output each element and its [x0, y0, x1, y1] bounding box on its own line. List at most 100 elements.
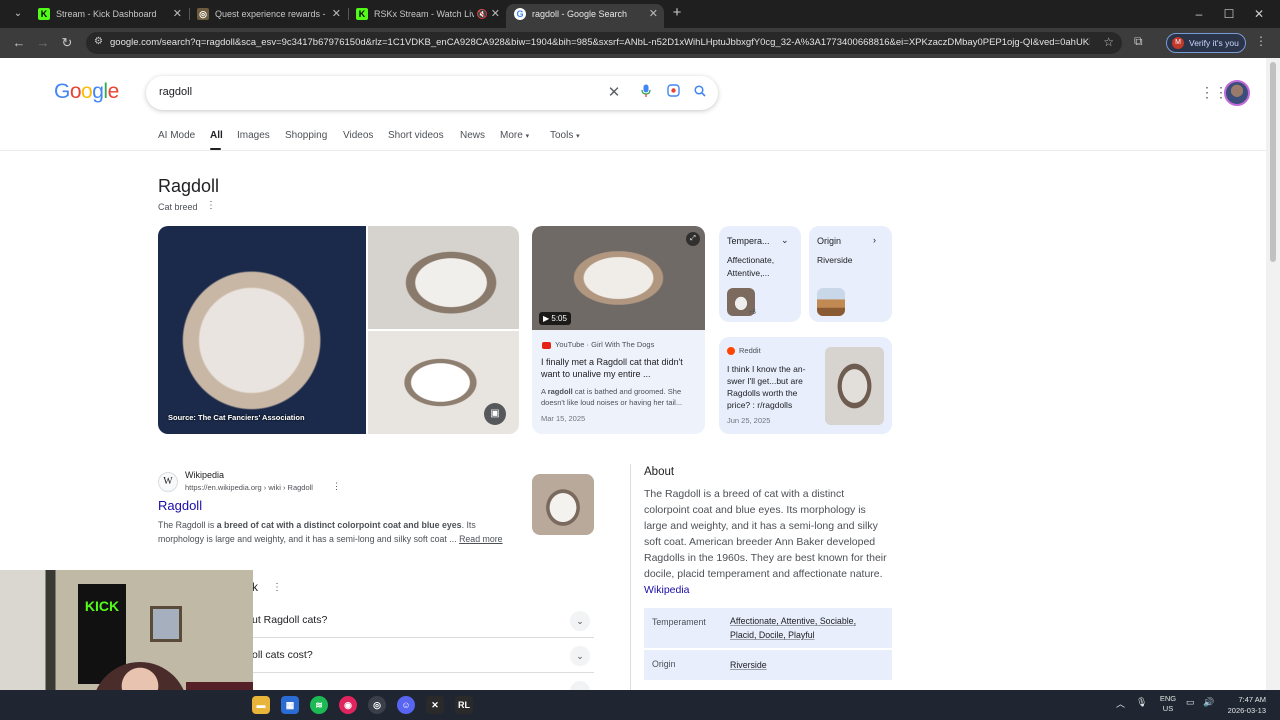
forward-button[interactable]: → — [34, 34, 52, 52]
tab-title: RSKx Stream - Watch Live o — [374, 9, 474, 19]
about-heading: About — [644, 466, 675, 478]
maximize-button[interactable]: ☐ — [1214, 4, 1244, 24]
image-collage[interactable] — [158, 226, 519, 434]
game-launcher-icon[interactable]: ✕ — [426, 696, 444, 714]
clear-search-icon[interactable]: ✕ — [605, 84, 623, 102]
tab-search-icon[interactable]: ⌄ — [8, 5, 28, 23]
system-clock[interactable]: 7:47 AM 2026-03-13 — [1220, 694, 1266, 716]
browser-tab-quest-rewards[interactable]: ◎ Quest experience rewards - OS ✕ — [189, 4, 347, 28]
fact-value[interactable]: Riverside — [730, 656, 884, 672]
calculator-icon[interactable]: ▦ — [281, 696, 299, 714]
tab-tools[interactable]: Tools ▾ — [550, 130, 580, 141]
close-window-button[interactable]: ✕ — [1244, 4, 1274, 24]
video-card[interactable]: ▶ 5:05 ⤢ YouTube · Girl With The Dogs I … — [532, 226, 705, 434]
video-snippet: A ragdoll cat is bathed and groomed. She… — [541, 386, 701, 408]
read-more-link[interactable]: Read more — [459, 534, 503, 544]
tab-all[interactable]: All — [210, 130, 223, 141]
tab-ai-mode[interactable]: AI Mode — [158, 130, 195, 141]
people-also-ask-item[interactable]: ⌄ — [252, 674, 594, 690]
result-thumbnail[interactable] — [532, 474, 594, 535]
question-text: oll cats cost? — [252, 649, 313, 661]
tab-short-videos[interactable]: Short videos — [388, 130, 444, 141]
scrollbar-thumb[interactable] — [1270, 62, 1276, 262]
chevron-down-icon: ▾ — [525, 133, 530, 140]
origin-value: Riverside — [817, 255, 853, 265]
people-also-ask-item[interactable]: ut Ragdoll cats? ⌄ — [252, 604, 594, 638]
show-hidden-icons[interactable]: ︿ — [1116, 697, 1125, 710]
about-text: The Ragdoll is a breed of cat with a dis… — [644, 488, 887, 580]
result-site-name[interactable]: Wikipedia — [185, 470, 224, 480]
expand-icon[interactable]: ⤢ — [686, 232, 700, 246]
address-bar[interactable]: ⚙ google.com/search?q=ragdoll&sca_esv=9c… — [86, 32, 1122, 54]
spotify-icon[interactable]: ≋ — [310, 696, 328, 714]
tab-shopping[interactable]: Shopping — [285, 130, 327, 141]
language-indicator[interactable]: ENG US — [1158, 694, 1178, 714]
page-scrollbar[interactable] — [1266, 58, 1280, 690]
tab-videos[interactable]: Videos — [343, 130, 373, 141]
google-icon: G — [514, 8, 526, 20]
browser-tab-rskx-stream[interactable]: K RSKx Stream - Watch Live o 🔇 ✕ — [348, 4, 506, 28]
voice-search-icon[interactable] — [637, 84, 655, 102]
origin-label: Origin — [817, 236, 842, 246]
close-icon[interactable]: ✕ — [332, 4, 341, 24]
browser-tab-kick-dashboard[interactable]: K Stream - Kick Dashboard ✕ — [30, 4, 188, 28]
chevron-down-icon[interactable]: ⌄ — [570, 611, 590, 631]
video-duration: ▶ 5:05 — [539, 312, 571, 325]
site-info-icon[interactable]: ⚙ — [94, 36, 103, 47]
verify-identity-button[interactable]: M Verify it's you — [1166, 33, 1246, 53]
tab-images[interactable]: Images — [237, 130, 270, 141]
search-icon[interactable] — [691, 84, 709, 102]
more-options-icon[interactable]: ⋮ — [206, 200, 216, 211]
people-also-ask-item[interactable]: oll cats cost? ⌄ — [252, 639, 594, 673]
tab-news[interactable]: News — [460, 130, 485, 141]
video-title[interactable]: I finally met a Ragdoll cat that didn't … — [541, 356, 701, 380]
new-tab-button[interactable]: + — [668, 4, 686, 22]
browser-menu-icon[interactable]: ⋮ — [1255, 34, 1267, 48]
lens-search-icon[interactable] — [664, 84, 682, 102]
browser-tab-google-search[interactable]: G ragdoll - Google Search ✕ — [506, 4, 664, 28]
snippet-bold: ragdoll — [547, 387, 573, 396]
chevron-down-icon[interactable]: ⌄ — [570, 681, 590, 690]
close-icon[interactable]: ✕ — [491, 4, 500, 24]
browser-toolbar: ← → ↻ ⚙ google.com/search?q=ragdoll&sca_… — [0, 28, 1280, 58]
result-url[interactable]: https://en.wikipedia.org › wiki › Ragdol… — [185, 483, 313, 492]
wikipedia-link[interactable]: Wikipedia — [644, 584, 690, 596]
discord-icon[interactable]: ☺ — [397, 696, 415, 714]
google-logo[interactable]: Google — [54, 80, 119, 104]
tab-more[interactable]: More ▾ — [500, 130, 529, 141]
microphone-icon[interactable]: 🎙 — [1136, 697, 1147, 708]
close-icon[interactable]: ✕ — [649, 4, 658, 24]
chrome-icon[interactable]: ◎ — [368, 696, 386, 714]
account-avatar[interactable] — [1224, 80, 1250, 106]
network-icon[interactable]: ▭ — [1186, 697, 1195, 708]
search-box[interactable]: ragdoll ✕ — [146, 76, 718, 110]
back-button[interactable]: ← — [10, 34, 28, 52]
muted-speaker-icon[interactable]: 🔇 — [477, 4, 488, 24]
result-options-icon[interactable]: ⋮ — [332, 481, 341, 492]
close-icon[interactable]: ✕ — [173, 4, 182, 24]
chevron-down-icon: ▾ — [576, 133, 580, 140]
result-title-link[interactable]: Ragdoll — [158, 498, 202, 513]
minimize-button[interactable]: – — [1184, 4, 1214, 24]
extensions-icon[interactable]: ⧉ — [1134, 34, 1143, 49]
search-input[interactable]: ragdoll — [159, 86, 192, 98]
temperament-card[interactable]: Tempera... ⌄ Affectionate, Attentive,...… — [719, 226, 801, 322]
file-explorer-icon[interactable]: ▬ — [252, 696, 270, 714]
fact-value[interactable]: Affectionate, Attentive, Sociable, Placi… — [730, 614, 884, 642]
more-images-icon[interactable]: ▣ — [484, 403, 506, 425]
chevron-down-icon[interactable]: ⌄ — [570, 646, 590, 666]
origin-thumbnail — [817, 288, 845, 316]
volume-icon[interactable]: 🔊 — [1203, 697, 1214, 708]
runelite-icon[interactable]: RL — [455, 696, 473, 714]
ragdoll-cat-image[interactable] — [368, 226, 519, 329]
more-options-icon[interactable]: ⋮ — [272, 582, 282, 593]
reddit-icon — [727, 347, 735, 356]
reddit-card[interactable]: Reddit I think I know the an- swer I'll … — [719, 337, 892, 434]
recorder-icon[interactable]: ◉ — [339, 696, 357, 714]
origin-card[interactable]: Origin › Riverside — [809, 226, 892, 322]
reload-button[interactable]: ↻ — [58, 34, 76, 52]
reddit-title[interactable]: I think I know the an- swer I'll get...b… — [727, 363, 819, 411]
tabs-divider — [0, 150, 1266, 151]
bookmark-star-icon[interactable]: ☆ — [1103, 35, 1114, 49]
ragdoll-cat-image[interactable] — [158, 226, 366, 434]
